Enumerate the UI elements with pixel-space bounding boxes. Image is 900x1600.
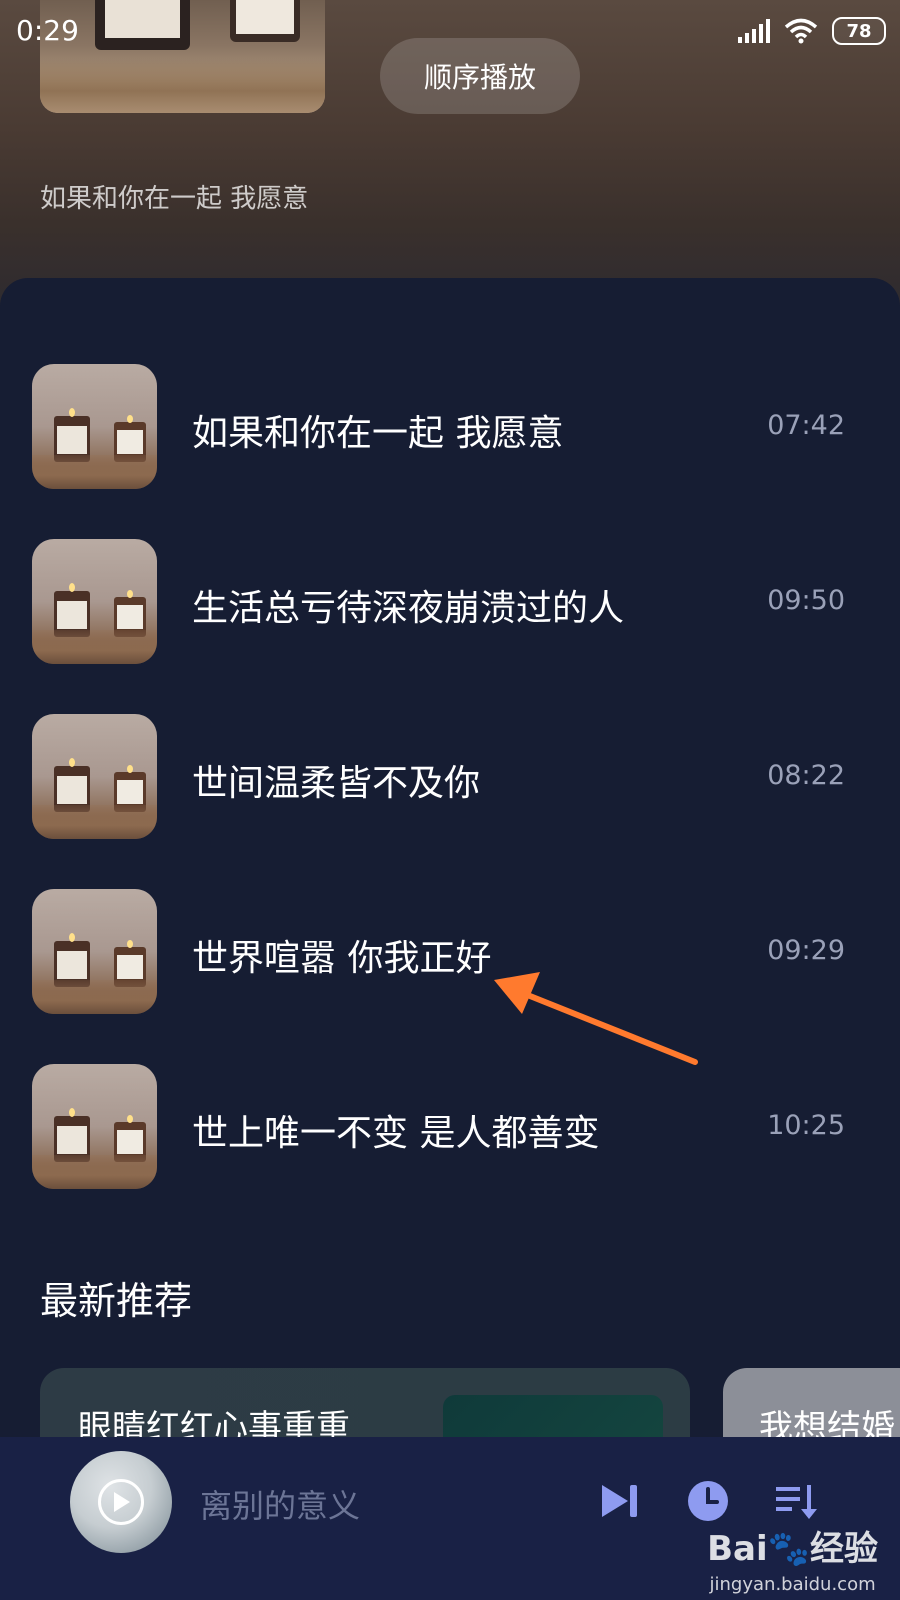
playlist-icon: [776, 1485, 817, 1519]
watermark-url: jingyan.baidu.com: [709, 1574, 876, 1595]
baidu-jingyan-watermark: Bai🐾经验 jingyan.baidu.com: [707, 1521, 878, 1595]
section-title-recommend: 最新推荐: [40, 1279, 193, 1323]
next-track-button[interactable]: [590, 1471, 650, 1531]
mini-player: 离别的意义 Bai🐾经验 jingyan.baidu.com: [0, 1437, 900, 1600]
play-icon[interactable]: [98, 1479, 144, 1525]
skip-next-icon: [602, 1485, 637, 1517]
recommend-card[interactable]: 眼睛红红心事重重: [40, 1368, 690, 1448]
recommend-card[interactable]: 我想结婚: [723, 1368, 900, 1448]
watermark-brand: Bai🐾经验: [707, 1529, 878, 1569]
clock-icon: [688, 1481, 728, 1521]
now-playing-cover[interactable]: [70, 1451, 172, 1553]
annotation-arrow-icon: [494, 972, 698, 1065]
now-playing-title: 离别的意义: [200, 1487, 361, 1525]
